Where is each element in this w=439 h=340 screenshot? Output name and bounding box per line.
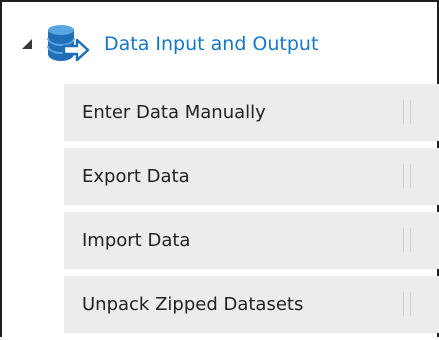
group-title: Data Input and Output [104, 33, 319, 55]
drag-handle-icon[interactable] [403, 100, 411, 124]
collapse-triangle-icon[interactable] [20, 37, 34, 51]
drag-handle-icon[interactable] [403, 228, 411, 252]
module-label: Enter Data Manually [82, 102, 266, 123]
module-item-import-data[interactable]: Import Data [64, 212, 439, 269]
database-export-icon [47, 25, 90, 62]
module-label: Export Data [82, 166, 190, 187]
drag-handle-icon[interactable] [403, 292, 411, 316]
module-item-enter-data-manually[interactable]: Enter Data Manually [64, 84, 439, 141]
module-list: Enter Data Manually Export Data Import D… [64, 84, 439, 340]
drag-handle-icon[interactable] [403, 164, 411, 188]
module-item-export-data[interactable]: Export Data [64, 148, 439, 205]
module-item-unpack-zipped-datasets[interactable]: Unpack Zipped Datasets [64, 276, 439, 333]
module-label: Unpack Zipped Datasets [82, 294, 304, 315]
group-header-data-input-output[interactable]: Data Input and Output [20, 16, 318, 72]
module-label: Import Data [82, 230, 191, 251]
module-palette: Data Input and Output Enter Data Manuall… [0, 0, 439, 337]
